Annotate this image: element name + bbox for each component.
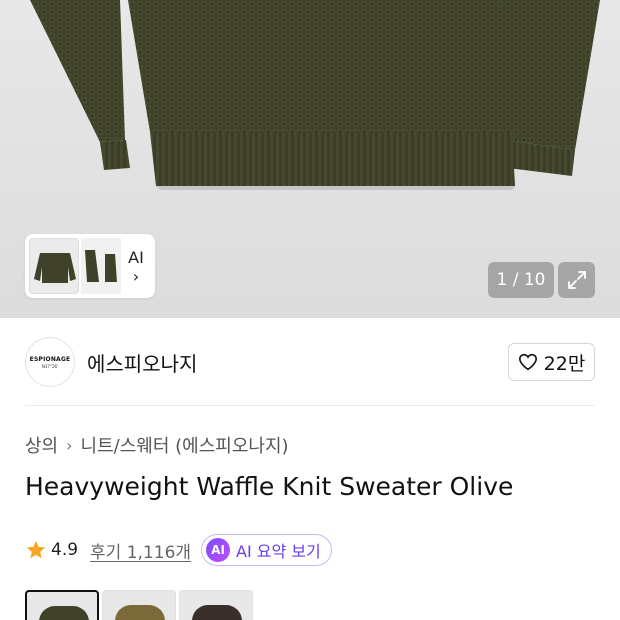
breadcrumb-item-knit[interactable]: 니트/스웨터 (에스피오나지) bbox=[81, 432, 289, 458]
product-title: Heavyweight Waffle Knit Sweater Olive bbox=[25, 472, 514, 501]
color-swatch-khaki[interactable] bbox=[102, 590, 176, 620]
brand-name[interactable]: 에스피오나지 bbox=[87, 348, 197, 377]
chevron-right-icon: › bbox=[132, 266, 140, 286]
ai-label: AI bbox=[128, 247, 144, 267]
heart-icon bbox=[518, 353, 537, 371]
expand-button[interactable] bbox=[558, 262, 595, 298]
expand-icon bbox=[567, 271, 586, 289]
rating-value: 4.9 bbox=[51, 540, 79, 560]
product-image-gallery[interactable]: AI › 1 / 10 bbox=[0, 0, 620, 318]
color-options bbox=[25, 590, 253, 620]
swatch-sweater-shape bbox=[115, 605, 165, 620]
color-swatch-brown[interactable] bbox=[179, 590, 253, 620]
color-swatch-olive[interactable] bbox=[25, 590, 99, 620]
rating-row: 4.9 후기 1,116개 AI AI 요약 보기 bbox=[25, 534, 332, 566]
ai-gallery-link[interactable]: AI › bbox=[121, 248, 151, 285]
image-pager: 1 / 10 bbox=[488, 262, 554, 298]
like-count: 22만 bbox=[543, 352, 586, 375]
thumbnail-front[interactable] bbox=[29, 238, 79, 294]
brand-row: ESPIONAGE N37°26' 에스피오나지 22만 bbox=[25, 334, 595, 390]
brand-logo-subtext: N37°26' bbox=[41, 363, 59, 369]
breadcrumb-item-top[interactable]: 상의 bbox=[25, 432, 58, 458]
like-button[interactable]: 22만 bbox=[508, 343, 595, 381]
swatch-sweater-shape bbox=[39, 606, 89, 620]
ai-summary-label: AI 요약 보기 bbox=[236, 542, 321, 561]
reviews-link[interactable]: 후기 1,116개 bbox=[90, 538, 191, 563]
chevron-right-icon: › bbox=[66, 435, 73, 455]
divider bbox=[25, 405, 595, 406]
swatch-sweater-shape bbox=[192, 605, 242, 620]
ai-badge-icon: AI bbox=[206, 538, 231, 562]
thumbnail-side[interactable] bbox=[81, 238, 121, 294]
star-icon bbox=[26, 540, 46, 559]
breadcrumb: 상의 › 니트/스웨터 (에스피오나지) bbox=[25, 432, 289, 458]
thumbnail-strip[interactable]: AI › bbox=[25, 234, 155, 298]
brand-logo-text: ESPIONAGE bbox=[29, 355, 71, 363]
brand-logo[interactable]: ESPIONAGE N37°26' bbox=[25, 337, 75, 387]
ai-summary-button[interactable]: AI AI 요약 보기 bbox=[201, 534, 332, 566]
